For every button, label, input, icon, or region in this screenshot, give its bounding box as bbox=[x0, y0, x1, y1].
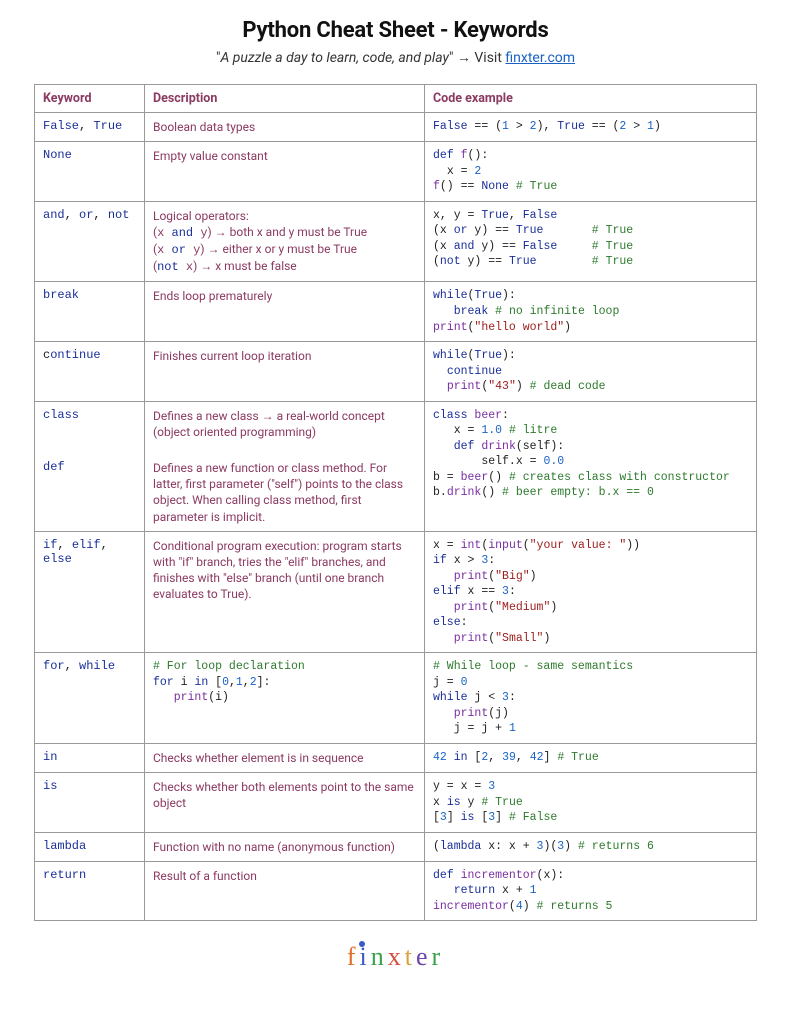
code-cell: (lambda x: x + 3)(3) # returns 6 bbox=[425, 832, 757, 861]
table-header-row: Keyword Description Code example bbox=[35, 85, 757, 113]
code-cell: def incrementor(x): return x + 1 increme… bbox=[425, 861, 757, 921]
desc-cell: Defines a new function or class method. … bbox=[145, 446, 425, 531]
code-block: (lambda x: x + 3)(3) # returns 6 bbox=[433, 839, 748, 855]
desc-cell: Conditional program execution: program s… bbox=[145, 531, 425, 653]
code-cell: False == (1 > 2), True == (2 > 1) bbox=[425, 113, 757, 142]
cheatsheet-table: Keyword Description Code example False, … bbox=[34, 84, 757, 921]
table-row: for, while # For loop declaration for i … bbox=[35, 653, 757, 744]
desc-cell: Finishes current loop iteration bbox=[145, 342, 425, 402]
finxter-logo: finxter bbox=[34, 941, 757, 972]
kw-cell: None bbox=[35, 142, 145, 202]
desc-cell: Function with no name (anonymous functio… bbox=[145, 832, 425, 861]
code-cell: while(True): continue print("43") # dead… bbox=[425, 342, 757, 402]
kw-cell: for, while bbox=[35, 653, 145, 744]
table-row: continue Finishes current loop iteration… bbox=[35, 342, 757, 402]
table-row: None Empty value constant def f(): x = 2… bbox=[35, 142, 757, 202]
code-cell: x, y = True, False (x or y) == True # Tr… bbox=[425, 201, 757, 282]
code-block: def f(): x = 2 f() == None # True bbox=[433, 148, 748, 195]
table-row: class Defines a new class → a real-world… bbox=[35, 401, 757, 446]
table-row: is Checks whether both elements point to… bbox=[35, 773, 757, 833]
code-block: 42 in [2, 39, 42] # True bbox=[433, 750, 748, 766]
desc-cell: Defines a new class → a real-world conce… bbox=[145, 401, 425, 446]
table-row: break Ends loop prematurely while(True):… bbox=[35, 282, 757, 342]
kw-cell: continue bbox=[35, 342, 145, 402]
code-block: x, y = True, False (x or y) == True # Tr… bbox=[433, 208, 748, 270]
code-cell: class beer: x = 1.0 # litre def drink(se… bbox=[425, 401, 757, 531]
desc-cell: Checks whether element is in sequence bbox=[145, 743, 425, 772]
col-description: Description bbox=[145, 85, 425, 113]
code-cell: 42 in [2, 39, 42] # True bbox=[425, 743, 757, 772]
kw-cell: if, elif, else bbox=[35, 531, 145, 653]
code-block: y = x = 3 x is y # True [3] is [3] # Fal… bbox=[433, 779, 748, 826]
code-block: def incrementor(x): return x + 1 increme… bbox=[433, 868, 748, 915]
table-row: in Checks whether element is in sequence… bbox=[35, 743, 757, 772]
kw-cell: in bbox=[35, 743, 145, 772]
code-cell: x = int(input("your value: ")) if x > 3:… bbox=[425, 531, 757, 653]
desc-cell: Boolean data types bbox=[145, 113, 425, 142]
code-cell: while(True): break # no infinite loop pr… bbox=[425, 282, 757, 342]
desc-cell: Checks whether both elements point to th… bbox=[145, 773, 425, 833]
desc-cell: Result of a function bbox=[145, 861, 425, 921]
kw-cell: def bbox=[35, 446, 145, 531]
code-block: False == (1 > 2), True == (2 > 1) bbox=[433, 119, 748, 135]
code-block: while(True): continue print("43") # dead… bbox=[433, 348, 748, 395]
kw-cell: break bbox=[35, 282, 145, 342]
table-row: if, elif, else Conditional program execu… bbox=[35, 531, 757, 653]
kw-cell: return bbox=[35, 861, 145, 921]
code-cell: y = x = 3 x is y # True [3] is [3] # Fal… bbox=[425, 773, 757, 833]
code-block: class beer: x = 1.0 # litre def drink(se… bbox=[433, 408, 748, 501]
desc-cell: Ends loop prematurely bbox=[145, 282, 425, 342]
subtitle-quote: A puzzle a day to learn, code, and play bbox=[220, 50, 449, 66]
subtitle-visit: Visit bbox=[474, 50, 502, 66]
subtitle-link[interactable]: finxter.com bbox=[505, 50, 575, 66]
table-row: False, True Boolean data types False == … bbox=[35, 113, 757, 142]
col-keyword: Keyword bbox=[35, 85, 145, 113]
desc-cell: Logical operators:(x and y) → both x and… bbox=[145, 201, 425, 282]
page: Python Cheat Sheet - Keywords "A puzzle … bbox=[0, 0, 791, 986]
col-code: Code example bbox=[425, 85, 757, 113]
page-title: Python Cheat Sheet - Keywords bbox=[34, 18, 757, 43]
kw-cell: lambda bbox=[35, 832, 145, 861]
code-cell: # While loop - same semantics j = 0 whil… bbox=[425, 653, 757, 744]
code-cell: def f(): x = 2 f() == None # True bbox=[425, 142, 757, 202]
kw-cell: class bbox=[35, 401, 145, 446]
table-row: return Result of a function def incremen… bbox=[35, 861, 757, 921]
kw-cell: is bbox=[35, 773, 145, 833]
code-block: x = int(input("your value: ")) if x > 3:… bbox=[433, 538, 748, 647]
desc-cell: Empty value constant bbox=[145, 142, 425, 202]
desc-cell: # For loop declaration for i in [0,1,2]:… bbox=[145, 653, 425, 744]
code-block: # While loop - same semantics j = 0 whil… bbox=[433, 659, 748, 737]
page-subtitle: "A puzzle a day to learn, code, and play… bbox=[34, 49, 757, 66]
table-row: and, or, not Logical operators:(x and y)… bbox=[35, 201, 757, 282]
code-block: while(True): break # no infinite loop pr… bbox=[433, 288, 748, 335]
kw-cell: and, or, not bbox=[35, 201, 145, 282]
table-row: lambda Function with no name (anonymous … bbox=[35, 832, 757, 861]
kw-cell: False, True bbox=[35, 113, 145, 142]
